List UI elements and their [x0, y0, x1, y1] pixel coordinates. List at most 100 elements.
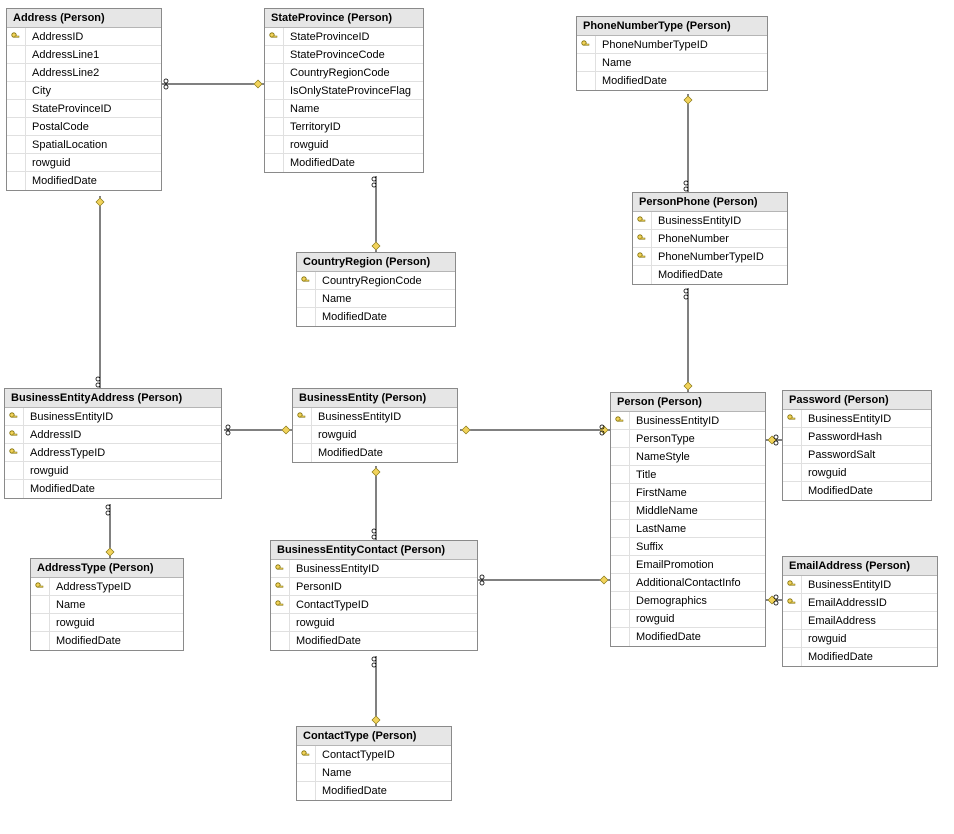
- pk-icon: [633, 248, 652, 265]
- table-title: CountryRegion (Person): [297, 253, 455, 272]
- empty-key: [271, 632, 290, 650]
- empty-key: [783, 464, 802, 481]
- empty-key: [611, 628, 630, 646]
- column-name: BusinessEntityID: [24, 411, 221, 423]
- empty-key: [7, 100, 26, 117]
- table-phonenumbertype[interactable]: PhoneNumberType (Person) PhoneNumberType…: [576, 16, 768, 91]
- empty-key: [297, 764, 316, 781]
- empty-key: [297, 290, 316, 307]
- table-businessentity[interactable]: BusinessEntity (Person) BusinessEntityID…: [292, 388, 458, 463]
- column-name: Suffix: [630, 541, 765, 553]
- table-emailaddress[interactable]: EmailAddress (Person) BusinessEntityID E…: [782, 556, 938, 667]
- pk-icon: [5, 426, 24, 443]
- empty-key: [297, 308, 316, 326]
- empty-key: [7, 46, 26, 63]
- column-name: EmailAddress: [802, 615, 937, 627]
- pk-icon: [297, 746, 316, 763]
- empty-key: [7, 154, 26, 171]
- empty-key: [577, 54, 596, 71]
- table-title: AddressType (Person): [31, 559, 183, 578]
- table-password[interactable]: Password (Person) BusinessEntityID Passw…: [782, 390, 932, 501]
- table-contacttype[interactable]: ContactType (Person) ContactTypeID Name …: [296, 726, 452, 801]
- pk-icon: [7, 28, 26, 45]
- column-name: MiddleName: [630, 505, 765, 517]
- empty-key: [31, 614, 50, 631]
- empty-key: [611, 592, 630, 609]
- empty-key: [265, 136, 284, 153]
- pk-icon: [611, 412, 630, 429]
- empty-key: [611, 520, 630, 537]
- empty-key: [7, 118, 26, 135]
- column-name: ContactTypeID: [316, 749, 451, 761]
- empty-key: [611, 466, 630, 483]
- column-name: rowguid: [802, 467, 931, 479]
- column-name: AdditionalContactInfo: [630, 577, 765, 589]
- empty-key: [783, 648, 802, 666]
- pk-icon: [31, 578, 50, 595]
- column-name: AddressTypeID: [50, 581, 183, 593]
- column-name: rowguid: [802, 633, 937, 645]
- empty-key: [611, 556, 630, 573]
- pk-icon: [633, 212, 652, 229]
- empty-key: [265, 154, 284, 172]
- empty-key: [7, 64, 26, 81]
- column-name: rowguid: [284, 139, 423, 151]
- empty-key: [577, 72, 596, 90]
- pk-icon: [271, 560, 290, 577]
- pk-icon: [293, 408, 312, 425]
- empty-key: [293, 426, 312, 443]
- column-name: rowguid: [630, 613, 765, 625]
- column-name: PhoneNumberTypeID: [652, 251, 787, 263]
- table-title: StateProvince (Person): [265, 9, 423, 28]
- table-countryregion[interactable]: CountryRegion (Person) CountryRegionCode…: [296, 252, 456, 327]
- table-person[interactable]: Person (Person) BusinessEntityID PersonT…: [610, 392, 766, 647]
- column-name: AddressID: [24, 429, 221, 441]
- empty-key: [31, 632, 50, 650]
- table-address[interactable]: Address (Person) AddressID AddressLine1 …: [6, 8, 162, 191]
- empty-key: [783, 446, 802, 463]
- column-name: EmailAddressID: [802, 597, 937, 609]
- column-name: PersonType: [630, 433, 765, 445]
- column-name: Name: [316, 767, 451, 779]
- column-name: SpatialLocation: [26, 139, 161, 151]
- empty-key: [265, 46, 284, 63]
- column-name: City: [26, 85, 161, 97]
- column-name: ModifiedDate: [802, 651, 937, 663]
- empty-key: [271, 614, 290, 631]
- column-name: AddressID: [26, 31, 161, 43]
- column-name: CountryRegionCode: [284, 67, 423, 79]
- column-name: EmailPromotion: [630, 559, 765, 571]
- table-businessentitycontact[interactable]: BusinessEntityContact (Person) BusinessE…: [270, 540, 478, 651]
- pk-icon: [577, 36, 596, 53]
- column-name: Name: [316, 293, 455, 305]
- column-name: ModifiedDate: [596, 75, 767, 87]
- column-name: BusinessEntityID: [802, 413, 931, 425]
- column-name: CountryRegionCode: [316, 275, 455, 287]
- table-personphone[interactable]: PersonPhone (Person) BusinessEntityID Ph…: [632, 192, 788, 285]
- erd-canvas: { "tables": { "address": { "title": "Add…: [0, 0, 954, 834]
- empty-key: [783, 428, 802, 445]
- table-businessentityaddress[interactable]: BusinessEntityAddress (Person) BusinessE…: [4, 388, 222, 499]
- column-name: Name: [596, 57, 767, 69]
- column-name: StateProvinceID: [26, 103, 161, 115]
- table-title: Address (Person): [7, 9, 161, 28]
- column-name: PasswordHash: [802, 431, 931, 443]
- table-stateprovince[interactable]: StateProvince (Person) StateProvinceID S…: [264, 8, 424, 173]
- table-addresstype[interactable]: AddressType (Person) AddressTypeID Name …: [30, 558, 184, 651]
- empty-key: [611, 430, 630, 447]
- empty-key: [293, 444, 312, 462]
- table-title: BusinessEntityContact (Person): [271, 541, 477, 560]
- column-name: BusinessEntityID: [802, 579, 937, 591]
- empty-key: [633, 266, 652, 284]
- column-name: rowguid: [24, 465, 221, 477]
- column-name: IsOnlyStateProvinceFlag: [284, 85, 423, 97]
- column-name: ModifiedDate: [24, 483, 221, 495]
- empty-key: [7, 172, 26, 190]
- table-title: BusinessEntityAddress (Person): [5, 389, 221, 408]
- column-name: BusinessEntityID: [312, 411, 457, 423]
- empty-key: [783, 482, 802, 500]
- table-title: ContactType (Person): [297, 727, 451, 746]
- column-name: AddressLine1: [26, 49, 161, 61]
- column-name: PhoneNumber: [652, 233, 787, 245]
- empty-key: [611, 502, 630, 519]
